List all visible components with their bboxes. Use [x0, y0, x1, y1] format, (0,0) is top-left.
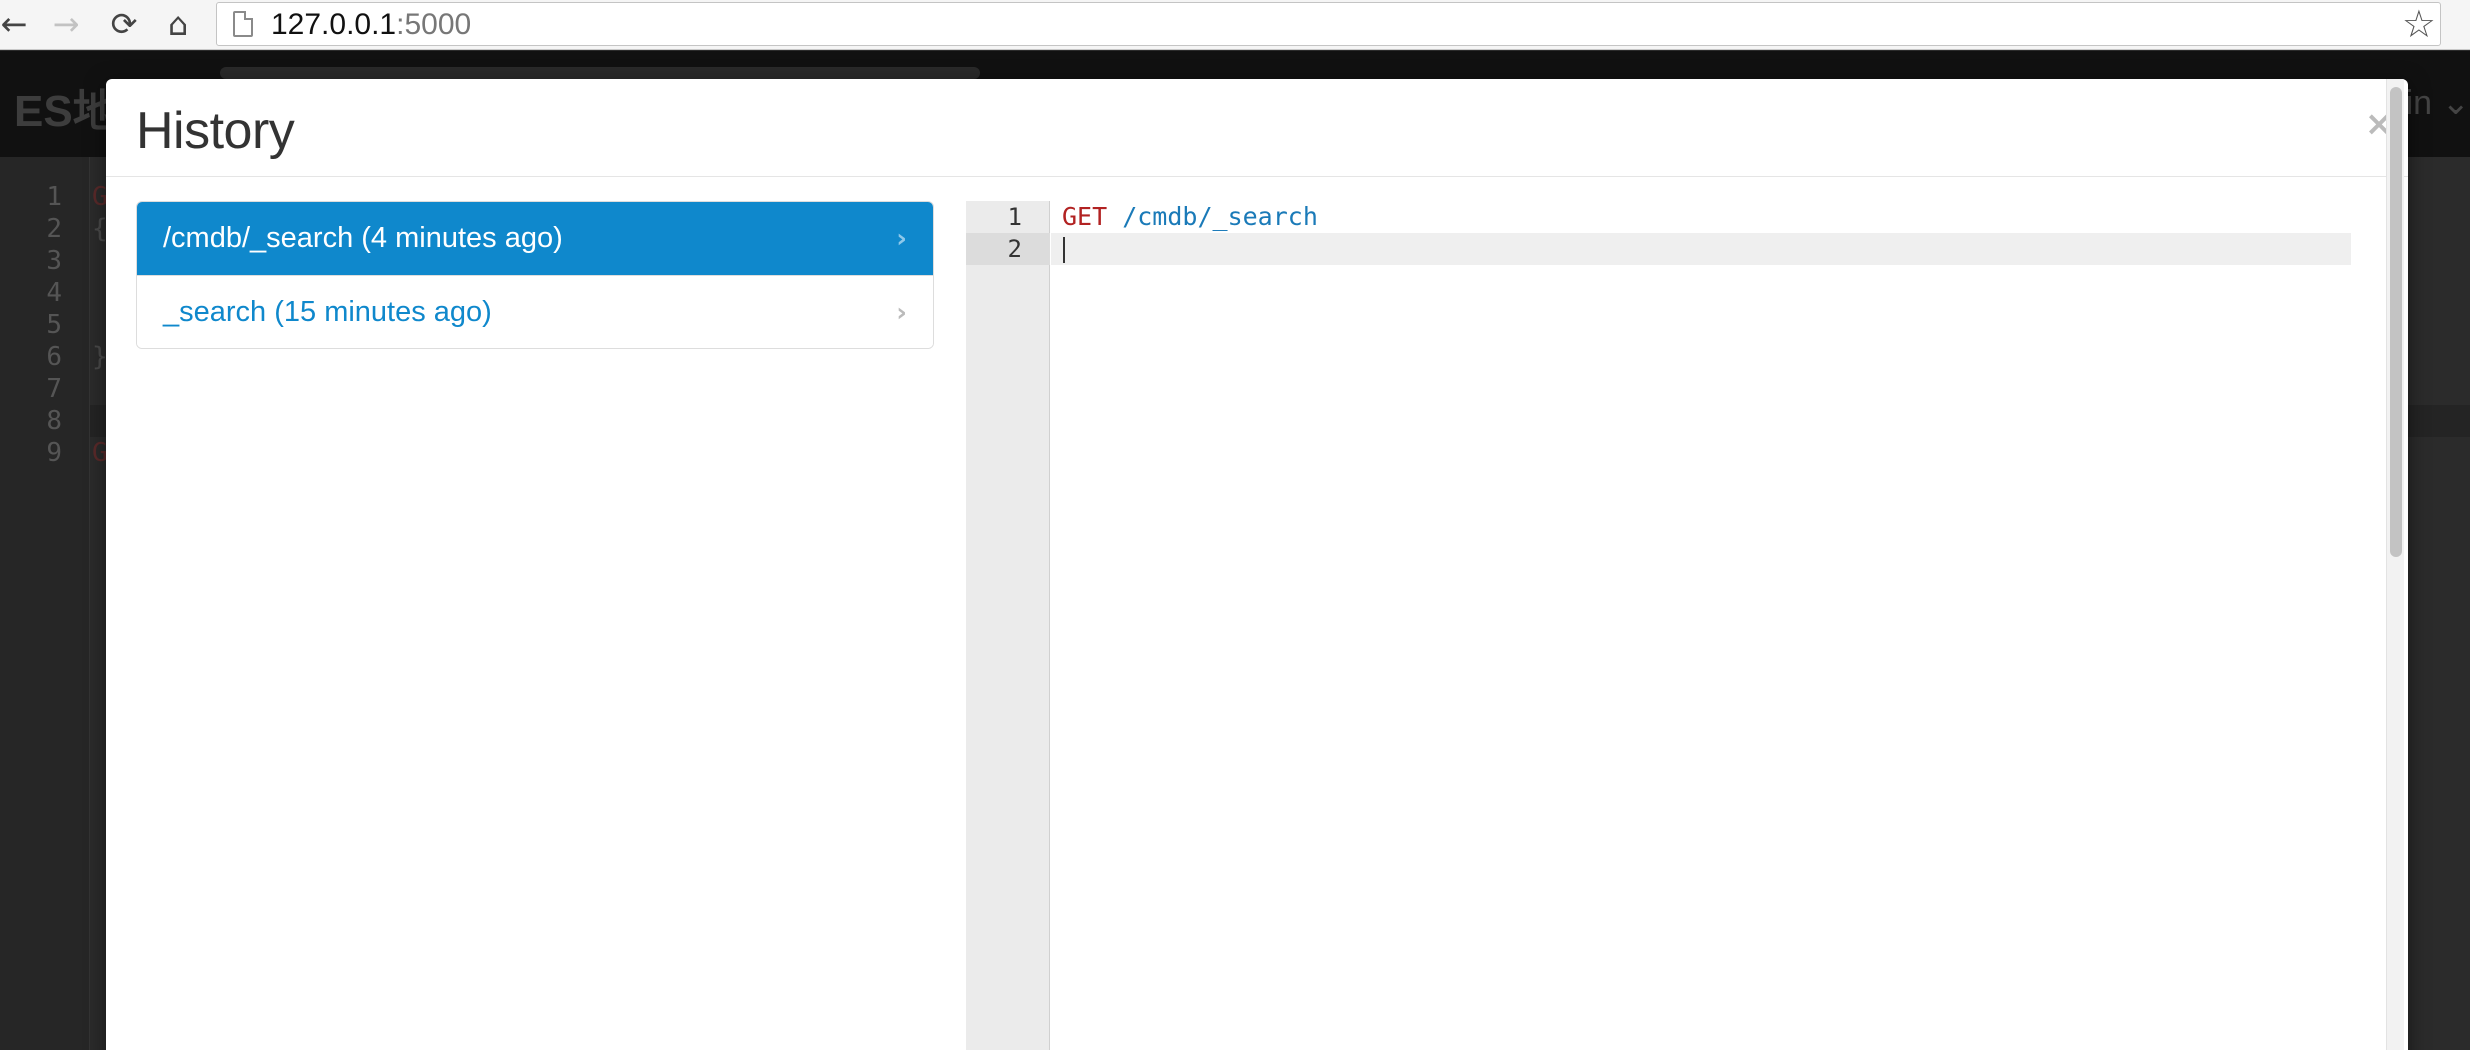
- forward-icon[interactable]: →: [46, 4, 86, 44]
- app-editor-gutter: 1 2 3 4 5 6 7 8 9: [0, 157, 90, 1050]
- app-user-menu: in ⌄: [2405, 84, 2470, 122]
- url-port: :5000: [396, 8, 472, 41]
- app-line-number: 1: [46, 182, 62, 212]
- app-search-input: [220, 67, 980, 79]
- preview-gutter: 1 2: [966, 201, 1050, 1050]
- history-list: /cmdb/_search (4 minutes ago) › _search …: [136, 201, 934, 349]
- history-item[interactable]: _search (15 minutes ago) ›: [137, 275, 933, 348]
- scrollbar-thumb[interactable]: [2390, 87, 2402, 557]
- browser-toolbar: ← → ⟳ ⌂ 127.0.0.1:5000 ☆: [0, 0, 2470, 50]
- chevron-right-icon: ›: [896, 223, 907, 254]
- preview-code-line: GET /cmdb/_search: [1062, 201, 1318, 233]
- url-host: 127.0.0.1: [271, 8, 397, 41]
- home-icon[interactable]: ⌂: [158, 4, 198, 44]
- reload-icon[interactable]: ⟳: [104, 4, 144, 44]
- app-line-number: 8: [46, 406, 62, 436]
- app-line-number: 5: [46, 310, 62, 340]
- request-path: /cmdb/_search: [1107, 202, 1318, 231]
- url-text[interactable]: 127.0.0.1:5000: [271, 9, 471, 41]
- modal-header: History ×: [106, 79, 2408, 177]
- history-modal: History × /cmdb/_search (4 minutes ago) …: [106, 79, 2408, 1050]
- request-method: GET: [1062, 202, 1108, 231]
- app-line-number: 3: [46, 246, 62, 276]
- back-icon[interactable]: ←: [0, 4, 34, 44]
- preview-line-number: 2: [1007, 235, 1022, 263]
- preview-line-number: 1: [1007, 203, 1022, 231]
- history-item[interactable]: /cmdb/_search (4 minutes ago) ›: [137, 202, 933, 275]
- page-icon: [233, 11, 253, 37]
- chevron-right-icon: ›: [896, 297, 907, 328]
- app-line-number: 2: [46, 214, 62, 244]
- preview-active-line: [1051, 233, 2351, 265]
- history-item-label: _search (15 minutes ago): [163, 295, 492, 328]
- app-brand: ES地: [14, 87, 117, 136]
- app-line-number: 7: [46, 374, 62, 404]
- modal-title: History: [136, 102, 295, 160]
- app-line-number: 9: [46, 438, 62, 468]
- bookmark-star-icon[interactable]: ☆: [2402, 3, 2436, 45]
- app-line-number: 4: [46, 278, 62, 308]
- address-bar[interactable]: 127.0.0.1:5000 ☆: [216, 2, 2441, 46]
- app-line-number: 6: [46, 342, 62, 372]
- text-cursor: [1063, 237, 1065, 263]
- history-item-label: /cmdb/_search (4 minutes ago): [163, 222, 563, 254]
- modal-scrollbar[interactable]: [2386, 79, 2404, 1050]
- request-preview-editor[interactable]: 1 2 GET /cmdb/_search: [966, 201, 2366, 1050]
